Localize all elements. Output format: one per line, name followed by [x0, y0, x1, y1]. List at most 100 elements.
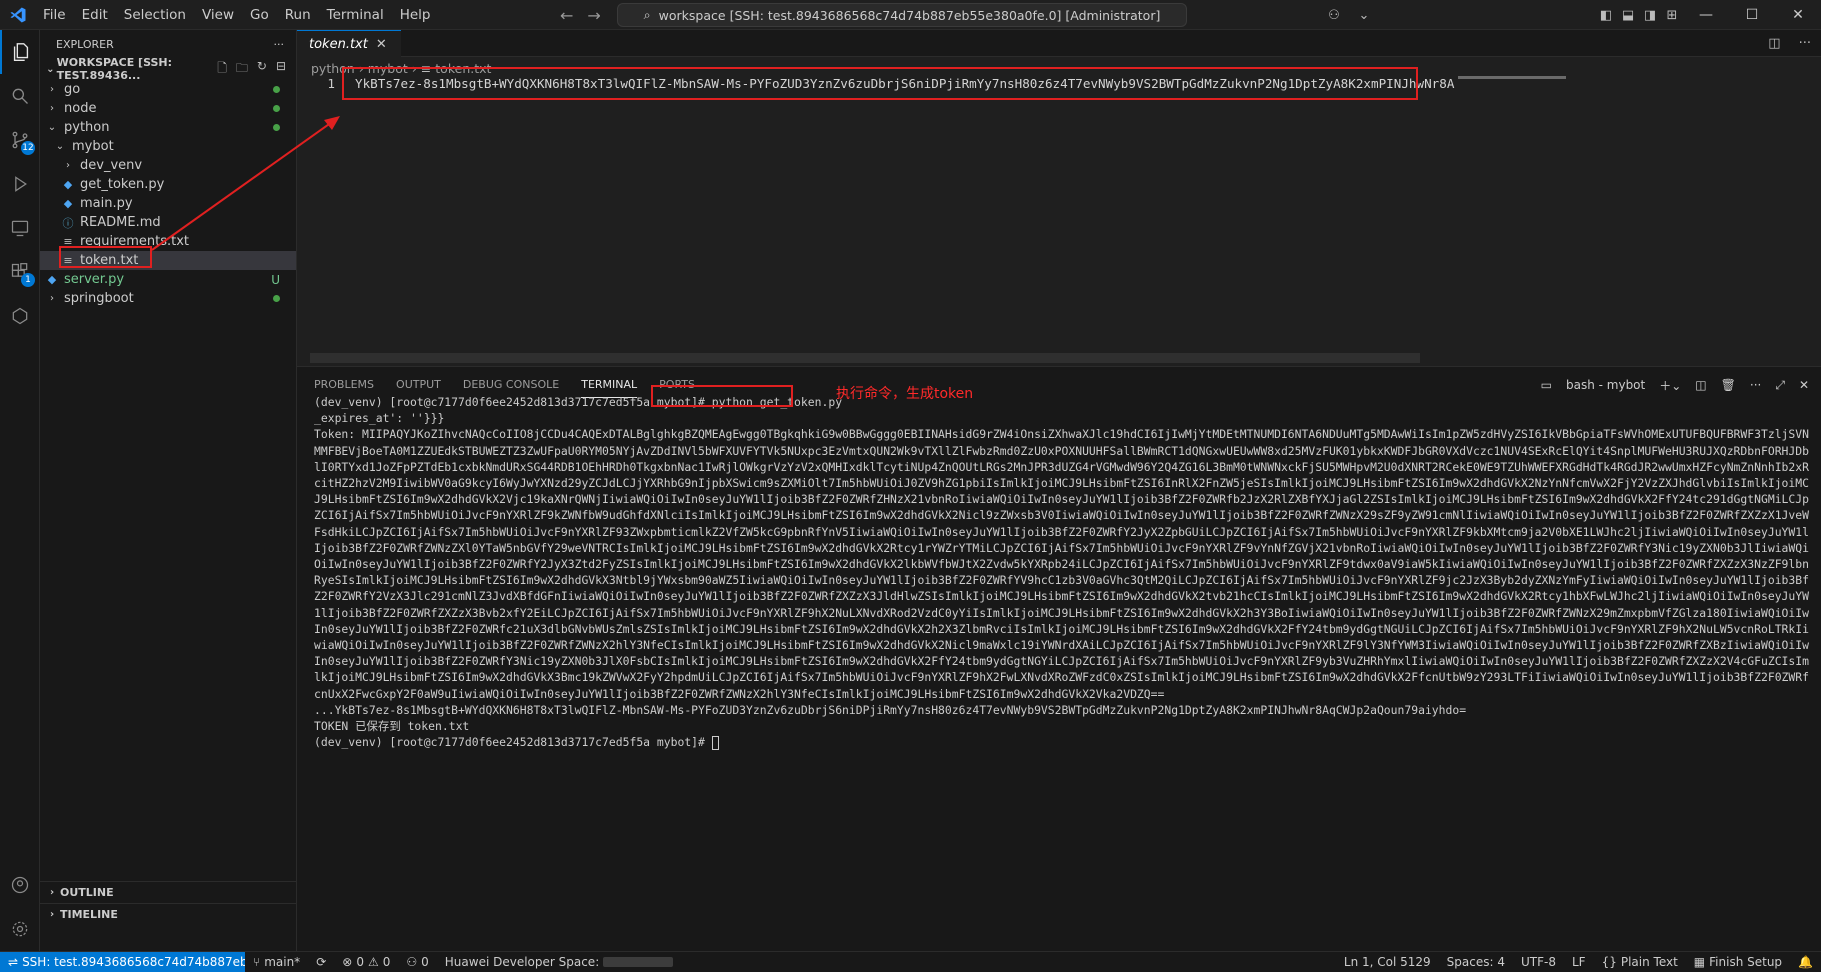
chevron-down-icon: ⌄ — [47, 122, 57, 133]
terminal-token-output: Token: MIIPAQYJKoZIhvcNAQcCoIIO8jCCDu4CA… — [314, 427, 1809, 701]
terminal-output[interactable]: (dev_venv) [root@c7177d0f6ee2452d813d371… — [314, 394, 1814, 750]
more-actions-icon[interactable]: ··· — [1750, 378, 1761, 392]
menu-selection[interactable]: Selection — [116, 0, 194, 30]
toggle-panel-icon[interactable]: ⬓ — [1617, 0, 1639, 30]
search-icon: ⌕ — [643, 7, 651, 22]
run-debug-icon[interactable] — [0, 162, 40, 206]
tree-item-label: mybot — [72, 139, 114, 154]
refresh-icon[interactable]: ↻ — [257, 59, 267, 80]
search-icon[interactable] — [0, 74, 40, 118]
git-status-dot — [273, 295, 280, 302]
minimap[interactable] — [1458, 76, 1566, 79]
back-arrow-icon[interactable]: ← — [560, 6, 573, 25]
annotation-token-highlight — [342, 67, 1418, 100]
copilot-icon[interactable]: ⚇ — [1323, 0, 1345, 30]
notifications-bell-icon[interactable]: 🔔 — [1790, 955, 1821, 969]
split-editor-icon[interactable]: ◫ — [1768, 36, 1780, 51]
settings-gear-icon[interactable] — [0, 907, 40, 951]
toggle-secondary-sidebar-icon[interactable]: ◨ — [1639, 0, 1661, 30]
close-panel-icon[interactable]: ✕ — [1799, 378, 1809, 392]
new-folder-icon[interactable]: 🗀 — [236, 59, 248, 80]
menu-terminal[interactable]: Terminal — [319, 0, 392, 30]
annotation-command-highlight — [651, 385, 793, 407]
more-actions-icon[interactable]: ··· — [274, 38, 285, 51]
title-actions: ⚇ ⌄ ◧ ⬓ ◨ ⊞ — ☐ ✕ — [1323, 0, 1821, 30]
menu-bar: File Edit Selection View Go Run Terminal Help — [35, 0, 438, 30]
menu-edit[interactable]: Edit — [74, 0, 116, 30]
more-actions-icon[interactable]: ··· — [1799, 36, 1811, 51]
kill-terminal-icon[interactable]: 🗑 — [1721, 378, 1736, 392]
finish-setup[interactable]: ▦ Finish Setup — [1686, 955, 1790, 969]
horizontal-scrollbar[interactable] — [310, 353, 1420, 363]
tree-item-get-token-py[interactable]: ◆ get_token.py — [40, 175, 296, 194]
close-tab-icon[interactable]: ✕ — [376, 37, 387, 52]
menu-run[interactable]: Run — [277, 0, 319, 30]
tree-item-python[interactable]: ⌄ python — [40, 118, 296, 137]
tree-item-dev-venv[interactable]: › dev_venv — [40, 156, 296, 175]
scm-badge: 12 — [21, 141, 35, 155]
split-terminal-icon[interactable]: ◫ — [1695, 378, 1706, 392]
encoding[interactable]: UTF-8 — [1513, 955, 1564, 969]
terminal-name[interactable]: bash - mybot — [1566, 378, 1645, 392]
menu-view[interactable]: View — [194, 0, 242, 30]
extensions-icon[interactable]: 1 — [0, 250, 40, 294]
maximize-panel-icon[interactable]: ⤢ — [1775, 378, 1785, 393]
tree-item-label: dev_venv — [80, 158, 143, 173]
chevron-right-icon: › — [50, 103, 54, 114]
menu-help[interactable]: Help — [392, 0, 439, 30]
tree-item-label: springboot — [64, 291, 134, 306]
account-icon[interactable] — [0, 863, 40, 907]
forward-arrow-icon[interactable]: → — [587, 6, 600, 25]
timeline-section[interactable]: › TIMELINE — [40, 903, 297, 925]
remote-label: SSH: test.8943686568c74d74b887eb55e380a0… — [22, 955, 245, 969]
language-label: Plain Text — [1620, 955, 1678, 969]
toggle-sidebar-icon[interactable]: ◧ — [1595, 0, 1617, 30]
tree-item-readme-md[interactable]: ⓘ README.md — [40, 213, 296, 232]
collapse-all-icon[interactable]: ⊟ — [276, 59, 286, 80]
explorer-icon[interactable] — [0, 30, 40, 74]
tree-item-node[interactable]: › node — [40, 99, 296, 118]
branch-indicator[interactable]: ⑂ main* — [245, 955, 308, 969]
new-file-icon[interactable]: 🗋 — [217, 59, 227, 80]
git-status-dot — [273, 105, 280, 112]
remote-explorer-icon[interactable] — [0, 206, 40, 250]
indentation[interactable]: Spaces: 4 — [1439, 955, 1513, 969]
minimize-icon[interactable]: — — [1683, 0, 1729, 30]
end-of-line[interactable]: LF — [1564, 955, 1594, 969]
language-mode[interactable]: {} Plain Text — [1594, 955, 1686, 969]
chevron-down-icon[interactable]: ⌄ — [1353, 0, 1375, 30]
source-control-icon[interactable]: 12 — [0, 118, 40, 162]
tree-item-label: get_token.py — [80, 177, 165, 192]
vscode-logo-icon — [0, 0, 35, 30]
close-window-icon[interactable]: ✕ — [1775, 0, 1821, 30]
tree-item-go[interactable]: › go — [40, 80, 296, 99]
ports-indicator[interactable]: ⚇ 0 — [398, 955, 436, 969]
maximize-icon[interactable]: ☐ — [1729, 0, 1775, 30]
menu-go[interactable]: Go — [242, 0, 277, 30]
menu-file[interactable]: File — [35, 0, 74, 30]
terminal-cursor — [711, 735, 719, 750]
tree-item-server-py[interactable]: ◆ server.py U — [40, 270, 296, 289]
tree-item-mybot[interactable]: ⌄ mybot — [40, 137, 296, 156]
tree-item-springboot[interactable]: › springboot — [40, 289, 296, 308]
tree-item-main-py[interactable]: ◆ main.py — [40, 194, 296, 213]
error-count: 0 — [356, 955, 364, 969]
chevron-right-icon: › — [49, 887, 55, 898]
file-tree: › go › node ⌄ python ⌄ mybot › dev_venv ◆ get_token… — [40, 80, 296, 308]
command-center[interactable]: ⌕ workspace [SSH: test.8943686568c74d74b… — [617, 3, 1187, 27]
workspace-root[interactable]: ⌄ WORKSPACE [SSH: TEST.89436... 🗋 🗀 ↻ ⊟ — [40, 56, 296, 82]
remote-indicator[interactable]: ⇌ SSH: test.8943686568c74d74b887eb55e380… — [0, 951, 245, 972]
outline-section[interactable]: › OUTLINE — [40, 881, 297, 903]
tab-token-txt[interactable]: token.txt ✕ — [297, 30, 401, 57]
customize-layout-icon[interactable]: ⊞ — [1661, 0, 1683, 30]
huawei-cloud-icon[interactable] — [0, 294, 40, 338]
annotation-text: 执行命令，生成token — [836, 386, 974, 402]
problems-indicator[interactable]: ⊗ 0 ⚠ 0 — [334, 955, 398, 969]
sync-icon[interactable]: ⟳ — [308, 955, 334, 969]
cursor-position[interactable]: Ln 1, Col 5129 — [1336, 955, 1439, 969]
chevron-down-icon: ⌄ — [55, 141, 65, 152]
new-terminal-icon[interactable]: ＋⌄ — [1659, 377, 1681, 394]
tab-label: token.txt — [309, 36, 368, 52]
huawei-space-indicator[interactable]: Huawei Developer Space: — [437, 955, 681, 969]
explorer-title: EXPLORER — [56, 37, 114, 51]
